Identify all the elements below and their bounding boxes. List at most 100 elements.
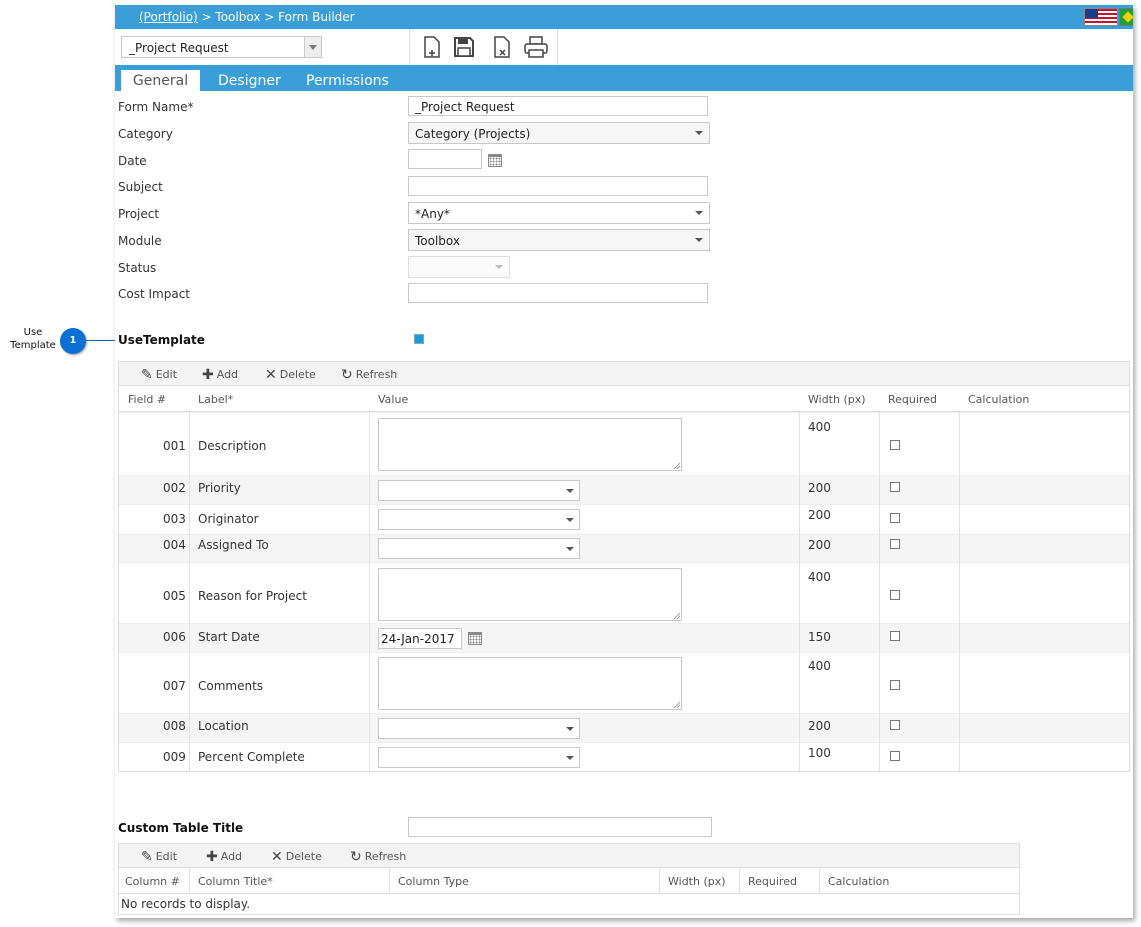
calculation-header[interactable]: Calculation bbox=[828, 875, 889, 888]
required-checkbox[interactable] bbox=[890, 590, 900, 600]
date-label: Date bbox=[118, 154, 147, 168]
add-button[interactable]: ✚ Add bbox=[206, 849, 242, 865]
field-num-header[interactable]: Field # bbox=[128, 393, 166, 406]
value-dropdown[interactable] bbox=[378, 747, 580, 768]
refresh-button[interactable]: ↻ Refresh bbox=[341, 367, 397, 383]
required-checkbox[interactable] bbox=[890, 539, 900, 549]
label-header[interactable]: Label* bbox=[198, 393, 233, 406]
column-divider bbox=[819, 868, 820, 893]
form-selector-dropdown[interactable]: _Project Request bbox=[121, 36, 322, 58]
project-value: *Any* bbox=[415, 207, 450, 221]
add-button[interactable]: ✚ Add bbox=[202, 367, 238, 383]
column-divider bbox=[389, 868, 390, 893]
add-label: Add bbox=[220, 850, 243, 863]
table-row[interactable]: 006 Start Date 24-Jan-2017 150 bbox=[119, 623, 1129, 652]
delete-button[interactable]: ✕ Delete bbox=[271, 849, 322, 865]
field-width: 200 bbox=[808, 719, 831, 733]
width-header[interactable]: Width (px) bbox=[668, 875, 726, 888]
column-divider bbox=[369, 412, 370, 771]
required-checkbox[interactable] bbox=[890, 680, 900, 690]
use-template-checkbox[interactable] bbox=[414, 334, 424, 344]
field-label: Location bbox=[198, 719, 249, 733]
value-dropdown[interactable] bbox=[378, 718, 580, 739]
required-checkbox[interactable] bbox=[890, 631, 900, 641]
callout-label: Use Template bbox=[10, 327, 56, 351]
tab-designer[interactable]: Designer bbox=[218, 70, 281, 91]
value-dropdown[interactable] bbox=[378, 509, 580, 530]
custom-table-title-input[interactable] bbox=[408, 817, 712, 837]
value-header[interactable]: Value bbox=[378, 393, 408, 406]
callout-badge: 1 bbox=[60, 328, 86, 354]
value-textarea[interactable] bbox=[378, 418, 682, 471]
field-number: 003 bbox=[163, 512, 186, 526]
required-checkbox[interactable] bbox=[890, 440, 900, 450]
table-row[interactable]: 002 Priority 200 bbox=[119, 475, 1129, 504]
table-row[interactable]: 005 Reason for Project 400 bbox=[119, 562, 1129, 623]
project-dropdown[interactable]: *Any* bbox=[408, 202, 710, 224]
save-icon[interactable] bbox=[452, 35, 476, 59]
category-dropdown[interactable]: Category (Projects) bbox=[408, 122, 710, 144]
required-checkbox[interactable] bbox=[890, 751, 900, 761]
template-grid-body: 001 Description 400 002 Priority 200 003… bbox=[118, 412, 1130, 772]
table-row[interactable]: 003 Originator 200 bbox=[119, 504, 1129, 534]
column-type-header[interactable]: Column Type bbox=[398, 875, 469, 888]
required-checkbox[interactable] bbox=[890, 513, 900, 523]
delete-button[interactable]: ✕ Delete bbox=[265, 367, 316, 383]
subject-input[interactable] bbox=[408, 176, 708, 196]
refresh-button[interactable]: ↻ Refresh bbox=[350, 849, 406, 865]
required-header[interactable]: Required bbox=[748, 875, 797, 888]
field-number: 005 bbox=[163, 589, 186, 603]
field-number: 008 bbox=[163, 719, 186, 733]
table-row[interactable]: 007 Comments 400 bbox=[119, 652, 1129, 713]
delete-label: Delete bbox=[285, 850, 322, 863]
plus-icon: ✚ bbox=[206, 849, 218, 865]
table-row[interactable]: 008 Location 200 bbox=[119, 713, 1129, 742]
calendar-icon[interactable] bbox=[488, 154, 502, 167]
field-width: 200 bbox=[808, 481, 831, 495]
us-flag-icon[interactable] bbox=[1084, 8, 1118, 26]
value-textarea[interactable] bbox=[378, 568, 682, 621]
field-label: Description bbox=[198, 439, 267, 453]
breadcrumb-portfolio-link[interactable]: (Portfolio) bbox=[139, 10, 198, 24]
calendar-icon[interactable] bbox=[468, 632, 482, 645]
value-dropdown[interactable] bbox=[378, 480, 580, 501]
project-label: Project bbox=[118, 207, 160, 221]
custom-grid-header: Column # Column Title* Column Type Width… bbox=[118, 868, 1020, 894]
brazil-flag-icon[interactable] bbox=[1119, 8, 1133, 26]
required-checkbox[interactable] bbox=[890, 720, 900, 730]
required-header[interactable]: Required bbox=[888, 393, 937, 406]
edit-button[interactable]: ✎ Edit bbox=[141, 849, 177, 865]
calculation-header[interactable]: Calculation bbox=[968, 393, 1029, 406]
required-checkbox[interactable] bbox=[890, 482, 900, 492]
print-icon[interactable] bbox=[523, 35, 548, 59]
width-header[interactable]: Width (px) bbox=[808, 393, 866, 406]
table-row[interactable]: 001 Description 400 bbox=[119, 412, 1129, 475]
date-input[interactable] bbox=[408, 149, 482, 169]
table-row[interactable]: 004 Assigned To 200 bbox=[119, 534, 1129, 562]
new-form-icon[interactable] bbox=[420, 35, 444, 59]
form-name-input[interactable]: _Project Request bbox=[408, 96, 708, 116]
refresh-icon: ↻ bbox=[341, 367, 353, 383]
column-num-header[interactable]: Column # bbox=[125, 875, 180, 888]
column-title-header[interactable]: Column Title* bbox=[198, 875, 273, 888]
tab-general[interactable]: General bbox=[121, 70, 200, 91]
pencil-icon: ✎ bbox=[141, 367, 153, 383]
custom-table-title-label: Custom Table Title bbox=[118, 821, 244, 835]
field-number: 006 bbox=[163, 630, 186, 644]
value-dropdown[interactable] bbox=[378, 538, 580, 559]
start-date-input[interactable]: 24-Jan-2017 bbox=[378, 628, 462, 649]
field-number: 001 bbox=[163, 439, 186, 453]
value-textarea[interactable] bbox=[378, 657, 682, 710]
field-label: Reason for Project bbox=[198, 589, 307, 603]
category-value: Category (Projects) bbox=[415, 127, 531, 141]
field-width: 400 bbox=[808, 659, 831, 673]
pencil-icon: ✎ bbox=[141, 849, 153, 865]
cost-impact-input[interactable] bbox=[408, 283, 708, 303]
edit-button[interactable]: ✎ Edit bbox=[141, 367, 177, 383]
module-dropdown[interactable]: Toolbox bbox=[408, 229, 710, 251]
tab-permissions[interactable]: Permissions bbox=[306, 70, 389, 91]
status-dropdown[interactable] bbox=[408, 256, 510, 278]
delete-form-icon[interactable] bbox=[490, 35, 514, 59]
table-row[interactable]: 009 Percent Complete 100 bbox=[119, 742, 1129, 771]
chevron-down-icon bbox=[304, 37, 321, 57]
